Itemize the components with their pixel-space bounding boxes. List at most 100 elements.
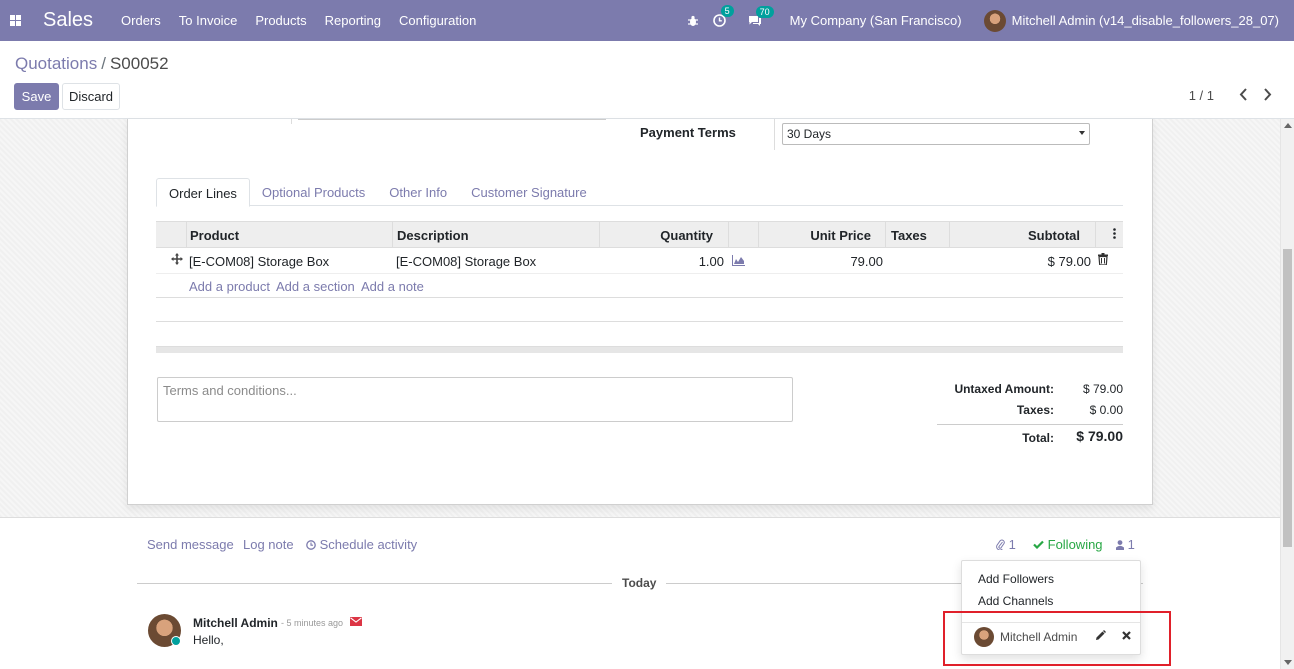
log-note-button[interactable]: Log note (243, 537, 294, 552)
untaxed-amount-value: $ 79.00 (1082, 382, 1123, 396)
cell-unit-price[interactable]: 79.00 (850, 254, 883, 269)
message-body: Hello, (193, 633, 224, 647)
attachments-count: 1 (1008, 537, 1016, 552)
apps-menu-icon[interactable] (0, 0, 30, 41)
activity-badge: 5 (720, 5, 734, 17)
message-author[interactable]: Mitchell Admin (193, 616, 278, 630)
paperclip-icon (996, 539, 1005, 551)
scroll-up-arrow-icon[interactable] (1284, 123, 1292, 128)
add-section-link[interactable]: Add a section (276, 279, 355, 294)
add-channels-item[interactable]: Add Channels (978, 594, 1053, 608)
taxes-label: Taxes: (1016, 403, 1054, 417)
followers-count: 1 (1127, 537, 1135, 552)
user-icon (1116, 540, 1124, 550)
table-row[interactable]: [E-COM08] Storage Box [E-COM08] Storage … (156, 248, 1123, 274)
empty-row (156, 298, 1123, 322)
main-menu: Orders To Invoice Products Reporting Con… (121, 13, 494, 28)
check-icon (1033, 540, 1044, 550)
cell-product[interactable]: [E-COM08] Storage Box (189, 254, 329, 269)
control-panel: Quotations / S00052 Save Discard 1 / 1 (0, 41, 1294, 119)
breadcrumb-current: S00052 (109, 54, 169, 73)
cell-description[interactable]: [E-COM08] Storage Box (396, 254, 536, 269)
messages-badge: 70 (755, 5, 774, 18)
column-taxes[interactable]: Taxes (891, 228, 927, 243)
cell-quantity[interactable]: 1.00 (699, 254, 724, 269)
tab-other-info[interactable]: Other Info (377, 178, 459, 206)
add-followers-item[interactable]: Add Followers (978, 572, 1054, 586)
field-divider (291, 119, 292, 124)
cell-subtotal: $ 79.00 (1047, 254, 1091, 269)
following-button[interactable]: Following (1033, 537, 1103, 552)
column-description[interactable]: Description (397, 228, 469, 243)
user-menu[interactable]: Mitchell Admin (v14_disable_followers_28… (1012, 13, 1279, 28)
tab-optional-products[interactable]: Optional Products (250, 178, 377, 206)
navbar-systray: 5 70 My Company (San Francisco) Mitchell… (687, 0, 1294, 41)
pager-next-icon[interactable] (1263, 85, 1272, 106)
untaxed-amount-label: Untaxed Amount: (954, 382, 1054, 396)
notebook-tabs: Order Lines Optional Products Other Info… (156, 178, 1123, 207)
clock-icon (306, 540, 316, 550)
pager-value[interactable]: 1 / 1 (1189, 88, 1214, 103)
add-product-link[interactable]: Add a product (189, 279, 270, 294)
online-status-icon (171, 636, 181, 646)
add-note-link[interactable]: Add a note (361, 279, 424, 294)
breadcrumb: Quotations / S00052 (15, 54, 169, 74)
save-button[interactable]: Save (14, 83, 59, 110)
scroll-down-arrow-icon[interactable] (1284, 660, 1292, 665)
order-lines-table: Product Description Quantity Unit Price … (156, 221, 1123, 322)
breadcrumb-separator: / (101, 54, 106, 73)
column-product[interactable]: Product (190, 228, 239, 243)
table-footer (156, 346, 1123, 353)
payment-terms-select[interactable]: 30 Days (782, 123, 1090, 145)
taxes-row: Taxes: $ 0.00 (937, 401, 1123, 422)
breadcrumb-quotations[interactable]: Quotations (15, 54, 97, 73)
following-label: Following (1047, 537, 1103, 552)
top-navbar: Sales Orders To Invoice Products Reporti… (0, 0, 1294, 41)
user-avatar[interactable] (983, 9, 1006, 32)
pager-previous-icon[interactable] (1239, 85, 1248, 106)
tab-order-lines[interactable]: Order Lines (156, 178, 250, 207)
envelope-icon (350, 617, 362, 626)
activity-clock-icon[interactable]: 5 (712, 5, 734, 27)
optional-columns-icon[interactable] (1113, 227, 1116, 242)
column-subtotal[interactable]: Subtotal (1028, 228, 1080, 243)
followers-button[interactable]: 1 (1116, 537, 1135, 552)
menu-products[interactable]: Products (255, 13, 306, 28)
debug-bug-icon[interactable] (687, 15, 699, 27)
discard-button[interactable]: Discard (62, 83, 120, 110)
column-unit-price[interactable]: Unit Price (810, 228, 871, 243)
tab-customer-signature[interactable]: Customer Signature (459, 178, 599, 206)
menu-reporting[interactable]: Reporting (325, 13, 381, 28)
attachments-button[interactable]: 1 (996, 537, 1016, 552)
table-header: Product Description Quantity Unit Price … (156, 221, 1123, 248)
drag-handle-icon[interactable] (171, 252, 183, 269)
messages-chat-icon[interactable]: 70 (748, 5, 774, 27)
caret-down-icon (1079, 131, 1085, 135)
highlight-annotation-box (943, 611, 1171, 666)
company-switcher[interactable]: My Company (San Francisco) (790, 13, 962, 28)
add-line-row: Add a product Add a section Add a note (156, 274, 1123, 298)
message-timestamp: - 5 minutes ago (281, 618, 344, 628)
totals-summary: Untaxed Amount: $ 79.00 Taxes: $ 0.00 To… (937, 380, 1123, 450)
partial-field-underline (298, 119, 606, 120)
scrollbar-thumb[interactable] (1283, 249, 1292, 547)
send-message-button[interactable]: Send message (147, 537, 234, 552)
field-divider (774, 119, 775, 150)
schedule-activity-label: Schedule activity (319, 537, 418, 552)
total-value: $ 79.00 (1076, 428, 1123, 444)
menu-configuration[interactable]: Configuration (399, 13, 476, 28)
menu-to-invoice[interactable]: To Invoice (179, 13, 238, 28)
untaxed-amount-row: Untaxed Amount: $ 79.00 (937, 380, 1123, 401)
payment-terms-value: 30 Days (787, 127, 832, 141)
total-row: Total: $ 79.00 (937, 424, 1123, 450)
app-brand[interactable]: Sales (43, 9, 93, 32)
forecast-graph-icon[interactable] (732, 254, 745, 266)
schedule-activity-button[interactable]: Schedule activity (306, 537, 417, 552)
terms-and-conditions-input[interactable]: Terms and conditions... (157, 377, 793, 422)
column-quantity[interactable]: Quantity (660, 228, 713, 243)
payment-terms-label: Payment Terms (640, 125, 736, 140)
vertical-scrollbar[interactable] (1280, 119, 1294, 669)
total-label: Total: (1022, 431, 1054, 445)
menu-orders[interactable]: Orders (121, 13, 161, 28)
delete-trash-icon[interactable] (1098, 253, 1108, 266)
